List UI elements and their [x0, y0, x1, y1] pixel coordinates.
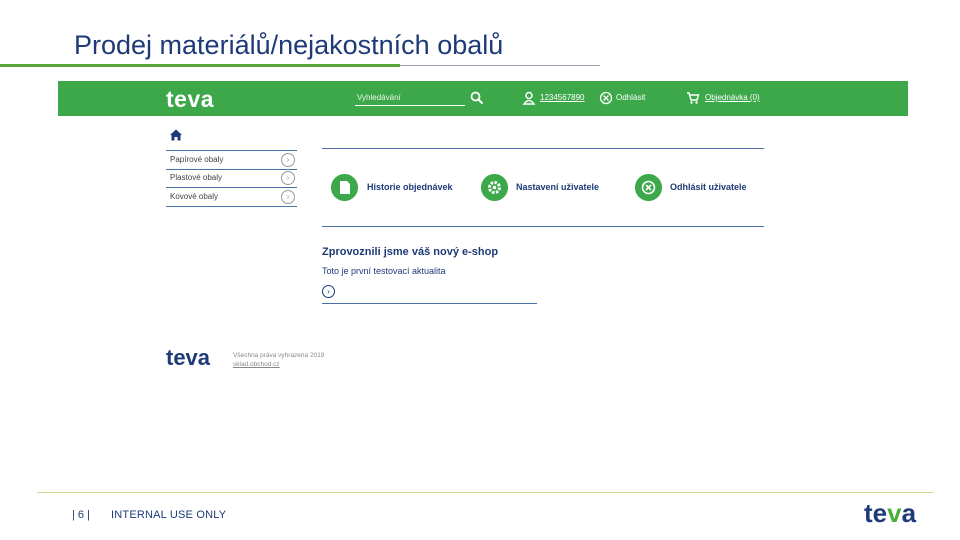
- logo-part-right: a: [901, 498, 917, 528]
- sidebar-item-paper[interactable]: Papírové obaly ›: [166, 150, 297, 170]
- logout-icon[interactable]: [599, 91, 613, 105]
- logo-part-v: v: [887, 498, 902, 528]
- user-icon[interactable]: [522, 91, 536, 105]
- news-subtitle: Toto je první testovací aktualita: [322, 266, 446, 276]
- footer-link[interactable]: sklad.obchod.cz: [233, 361, 280, 368]
- cart-link[interactable]: Objednávka (0): [705, 93, 760, 102]
- gear-icon[interactable]: [481, 174, 508, 201]
- news-title[interactable]: Zprovoznili jsme váš nový e-shop: [322, 246, 498, 258]
- close-icon[interactable]: [635, 174, 662, 201]
- tiles-top-divider: [322, 148, 764, 149]
- site-logo[interactable]: teva: [166, 86, 214, 113]
- page-number: | 6 |: [72, 509, 90, 521]
- sidebar-item-label: Plastové obaly: [170, 173, 223, 182]
- slide-title: Prodej materiálů/nejakostních obalů: [74, 30, 504, 60]
- chevron-right-icon: ›: [281, 190, 295, 204]
- search-input[interactable]: Vyhledávání: [355, 92, 465, 106]
- tile-user-settings[interactable]: Nastavení uživatele: [516, 182, 599, 192]
- site-header: teva Vyhledávání 1234567890 Odhlásit Obj…: [58, 81, 908, 116]
- classification-label: INTERNAL USE ONLY: [111, 509, 227, 521]
- chevron-right-icon: ›: [281, 153, 295, 167]
- search-icon[interactable]: [470, 91, 484, 105]
- tile-logout-user[interactable]: Odhlásit uživatele: [670, 182, 747, 192]
- sidebar-item-label: Papírové obaly: [170, 155, 224, 164]
- tile-order-history[interactable]: Historie objednávek: [367, 182, 453, 192]
- logo-part-left: te: [864, 498, 888, 528]
- news-more-button[interactable]: ›: [322, 285, 335, 298]
- chevron-right-icon: ›: [327, 287, 330, 296]
- sidebar-item-label: Kovové obaly: [170, 192, 219, 201]
- document-icon[interactable]: [331, 174, 358, 201]
- home-icon[interactable]: [169, 128, 183, 142]
- footer-logo[interactable]: teva: [166, 345, 210, 371]
- sidebar-item-plastic[interactable]: Plastové obaly ›: [166, 169, 297, 188]
- title-accent-bar: [0, 64, 400, 67]
- page-footer-divider: [37, 492, 933, 493]
- tiles-bottom-divider: [322, 226, 764, 227]
- logout-link[interactable]: Odhlásit: [616, 93, 645, 102]
- cart-icon[interactable]: [686, 91, 700, 105]
- news-divider: [322, 303, 537, 304]
- sidebar-item-metal[interactable]: Kovové obaly ›: [166, 188, 297, 207]
- corporate-logo: teva: [864, 498, 916, 529]
- footer-copyright: Všechna práva vyhrazena 2019: [233, 352, 325, 359]
- chevron-right-icon: ›: [281, 171, 295, 185]
- user-account-link[interactable]: 1234567890: [540, 93, 585, 102]
- search-placeholder: Vyhledávání: [357, 93, 401, 102]
